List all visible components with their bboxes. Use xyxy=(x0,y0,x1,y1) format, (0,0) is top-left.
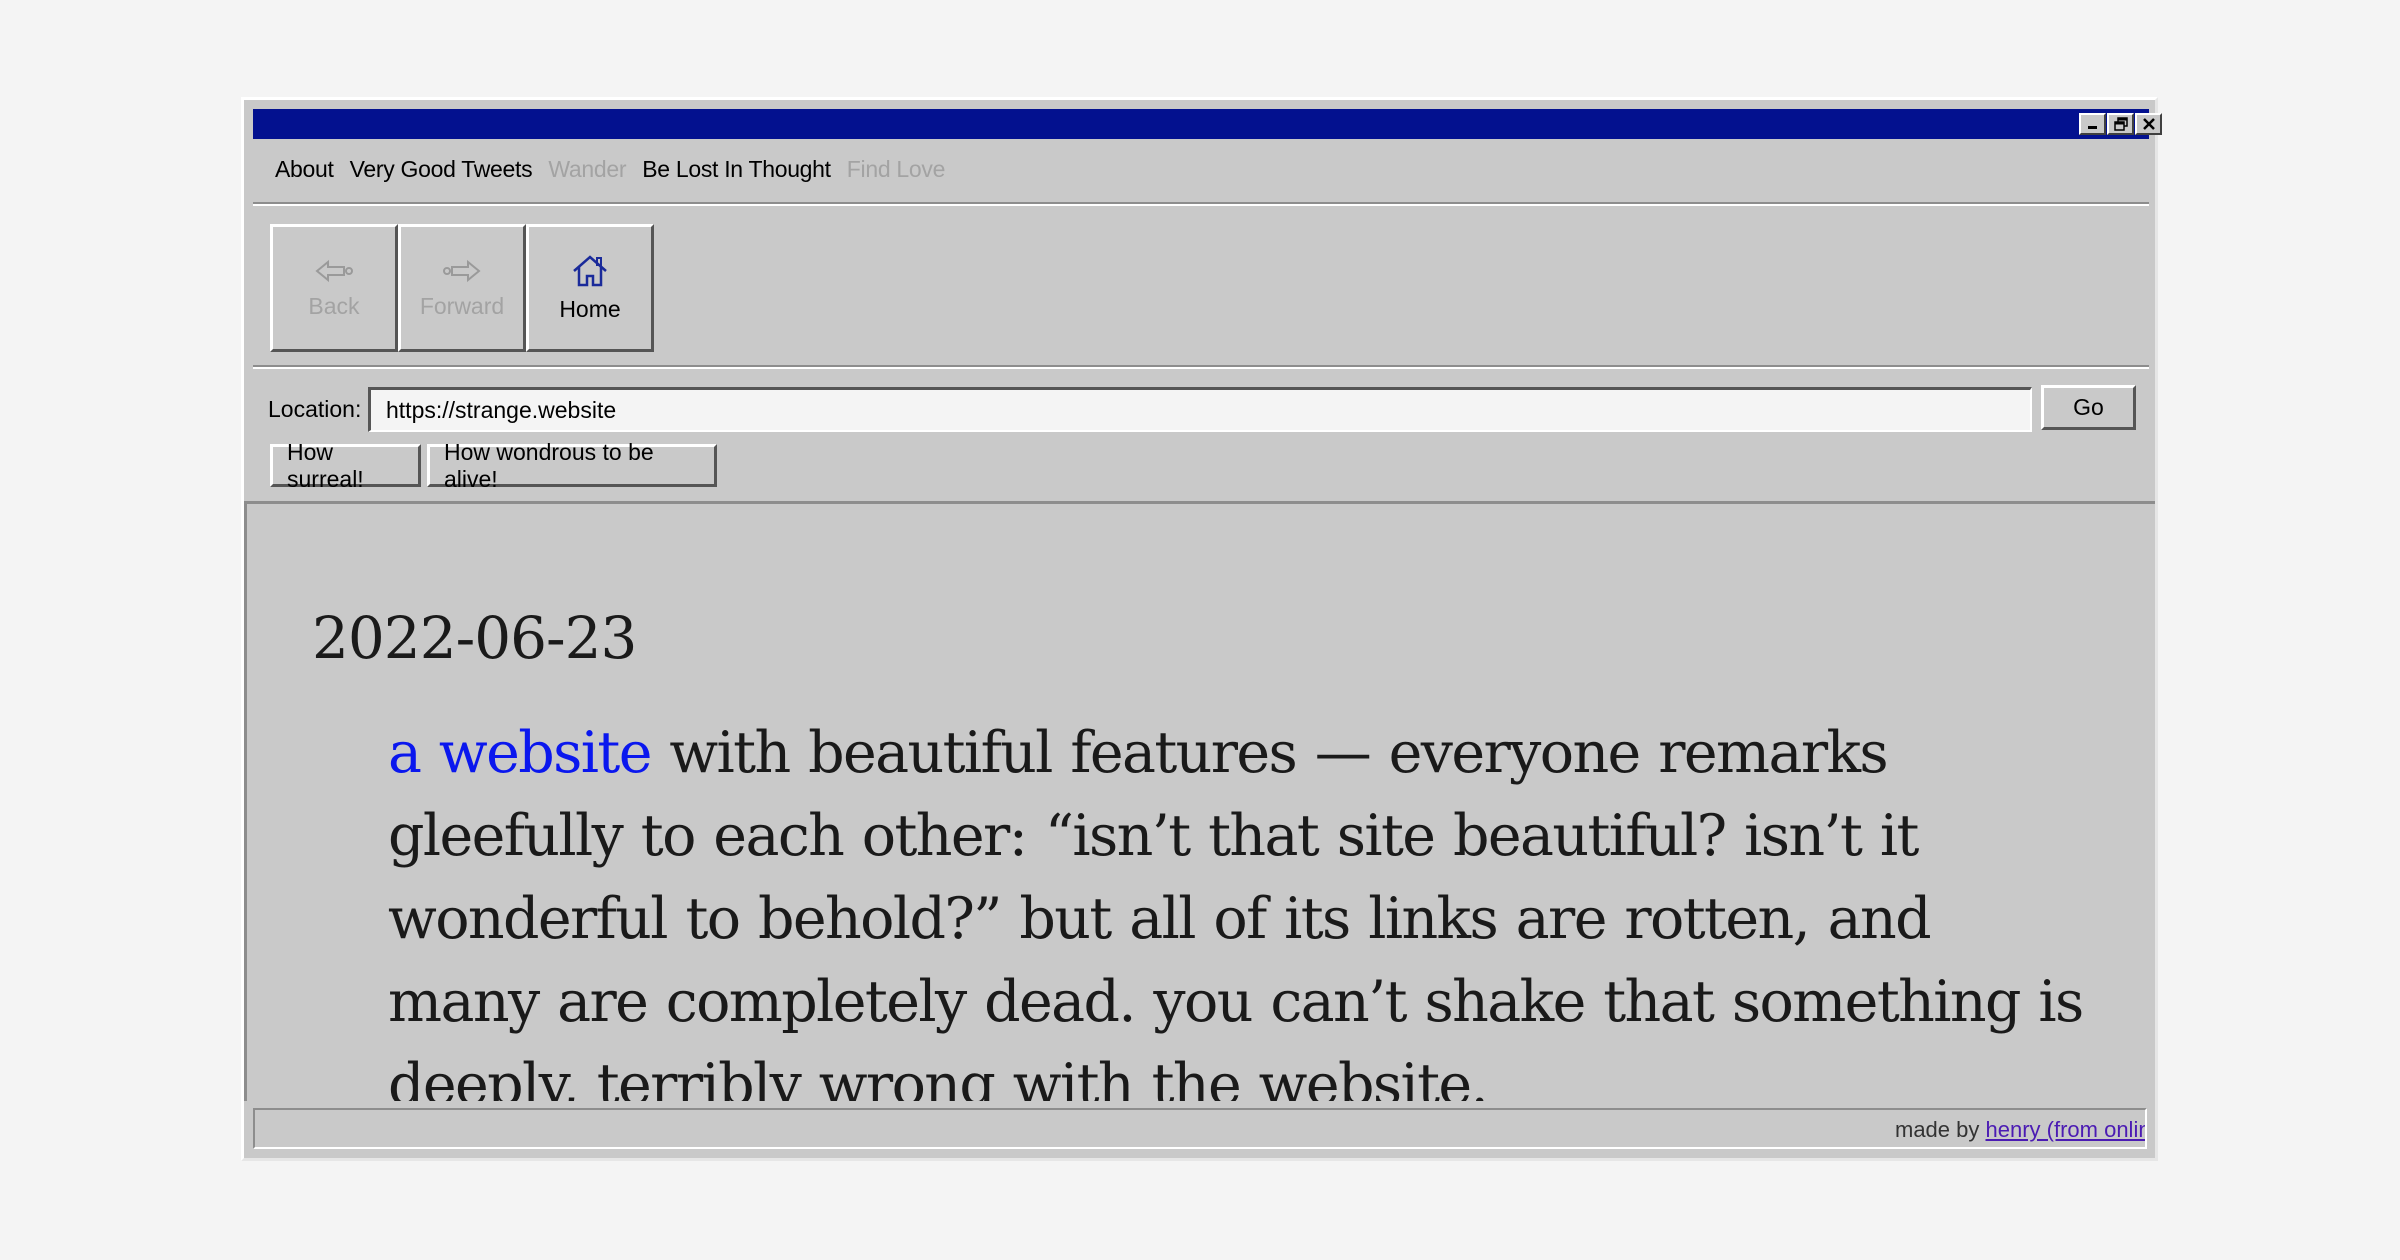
minimize-button[interactable] xyxy=(2079,113,2106,135)
location-label: Location: xyxy=(268,396,362,422)
forward-label: Forward xyxy=(419,292,505,319)
how-wondrous-button[interactable]: How wondrous to be alive! xyxy=(427,439,717,492)
page-content: 2022-06-23 a website with beautiful feat… xyxy=(244,501,2155,1101)
credit-prefix: made by xyxy=(1895,1117,1986,1142)
credit-link[interactable]: henry (from online) xyxy=(1986,1117,2146,1142)
back-arrow-icon xyxy=(315,259,353,282)
back-button[interactable]: Back xyxy=(270,224,398,352)
go-button[interactable]: Go xyxy=(2041,385,2136,430)
browser-window: About Very Good Tweets Wander Be Lost In… xyxy=(241,97,2162,1161)
forward-button[interactable]: Forward xyxy=(398,224,526,352)
home-label: Home xyxy=(559,295,621,322)
menu-item-wander: Wander xyxy=(548,155,627,182)
website-link[interactable]: a website xyxy=(388,720,652,786)
menu-item-find-love: Find Love xyxy=(846,155,946,182)
close-button[interactable] xyxy=(2135,113,2162,135)
forward-arrow-icon xyxy=(443,259,481,282)
post-body: a website with beautiful features — ever… xyxy=(388,712,2088,1101)
menu-bar: About Very Good Tweets Wander Be Lost In… xyxy=(253,144,2149,194)
menu-item-be-lost-in-thought[interactable]: Be Lost In Thought xyxy=(642,156,831,183)
menu-item-about[interactable]: About xyxy=(275,156,334,183)
house-icon xyxy=(573,254,607,286)
restore-icon xyxy=(2113,117,2128,131)
post-date: 2022-06-23 xyxy=(312,604,637,672)
close-icon xyxy=(2142,118,2155,130)
restore-button[interactable] xyxy=(2107,113,2134,135)
home-button[interactable]: Home xyxy=(526,224,654,352)
title-bar[interactable] xyxy=(253,109,2162,139)
location-input[interactable] xyxy=(368,387,2032,432)
status-bar: made by henry (from online) xyxy=(253,1108,2147,1149)
toolbar-divider xyxy=(253,365,2149,369)
how-surreal-button[interactable]: How surreal! xyxy=(270,439,421,492)
minimize-icon xyxy=(2087,126,2097,129)
menu-item-very-good-tweets[interactable]: Very Good Tweets xyxy=(350,156,533,183)
menu-divider xyxy=(253,202,2149,206)
status-text: made by henry (from online) xyxy=(1895,1117,2145,1143)
back-label: Back xyxy=(308,292,360,319)
